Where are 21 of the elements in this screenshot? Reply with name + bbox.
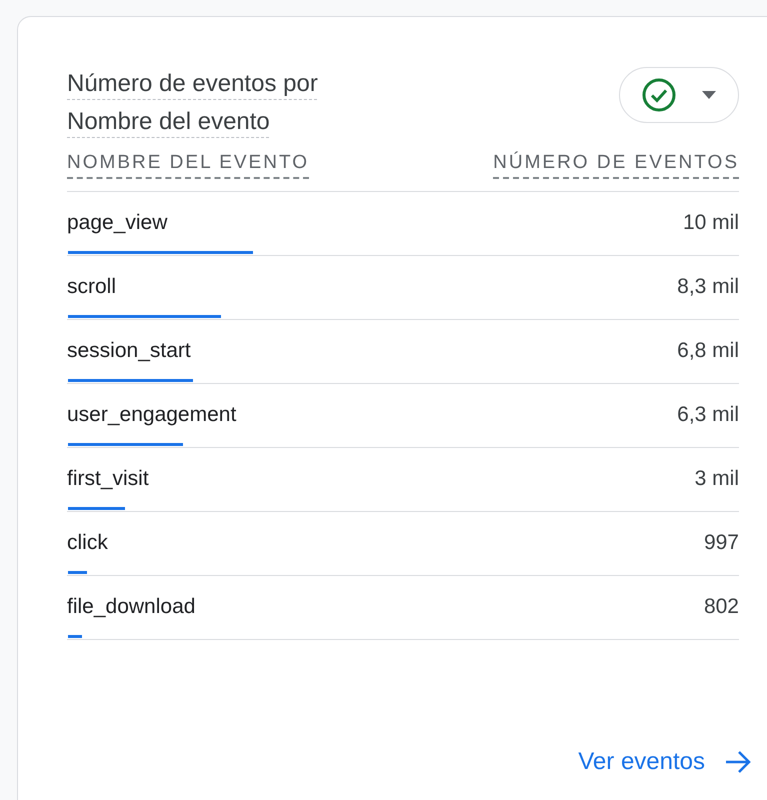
event-count: 6,8 mil — [677, 338, 739, 364]
column-header: NÚMERO DE EVENTOS — [493, 149, 739, 179]
event-count: 10 mil — [682, 210, 739, 236]
arrow-right-icon — [725, 751, 751, 773]
event-name: session_start — [67, 338, 191, 364]
event-count: 802 — [704, 594, 739, 620]
event-count: 6,3 mil — [677, 402, 739, 428]
column-header: NOMBRE DEL EVENTO — [67, 149, 309, 179]
event-name: user_engagement — [67, 402, 236, 428]
event-name: page_view — [67, 210, 168, 236]
view-events-link[interactable]: Ver eventos — [578, 744, 751, 780]
event-count: 8,3 mil — [677, 274, 739, 300]
caret-icon — [702, 91, 716, 99]
event-name: file_download — [67, 594, 196, 620]
event-count: 3 mil — [694, 466, 739, 492]
event-name: first_visit — [67, 466, 149, 492]
check-circle-icon — [642, 78, 676, 112]
event-name: scroll — [67, 274, 116, 300]
card-title: Número de eventos por Nombre del evento — [67, 69, 319, 137]
event-count: 997 — [704, 530, 739, 556]
event-name: click — [67, 530, 108, 556]
